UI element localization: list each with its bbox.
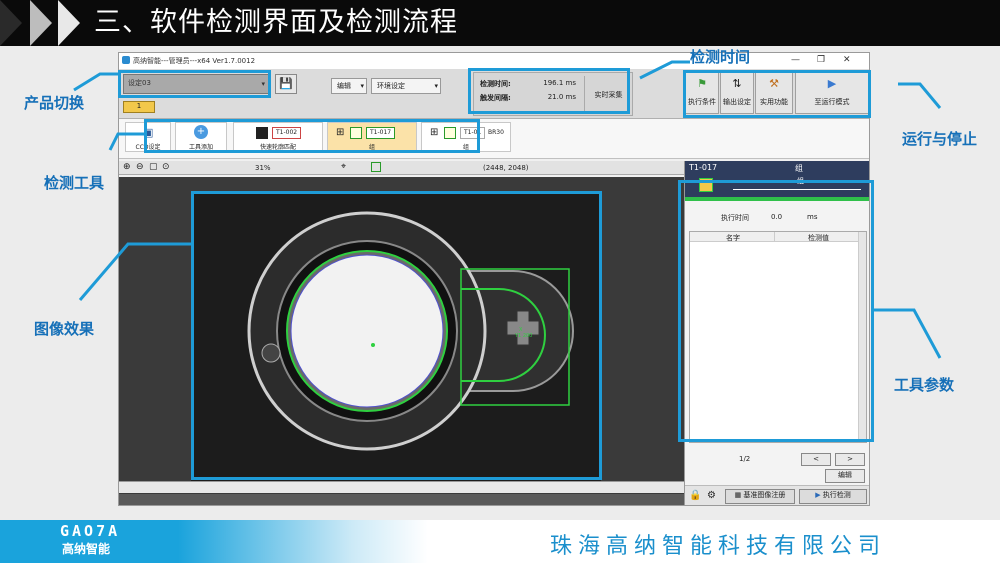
callout-run-stop: 运行与停止 xyxy=(902,130,978,148)
callout-detect-time: 检测时间 xyxy=(690,48,751,66)
company-name: 珠海高纳智能科技有限公司 xyxy=(550,534,887,559)
callout-lines xyxy=(73,60,942,359)
callout-image-effect: 图像效果 xyxy=(34,320,95,338)
logo-text: GAO7A xyxy=(60,522,121,540)
callout-detect-tools: 检测工具 xyxy=(44,174,105,192)
footer-band xyxy=(178,520,428,563)
callout-product-switch: 产品切换 xyxy=(24,94,85,112)
logo-chinese: 高纳智能 xyxy=(62,542,111,556)
callout-tool-params: 工具参数 xyxy=(894,376,955,394)
